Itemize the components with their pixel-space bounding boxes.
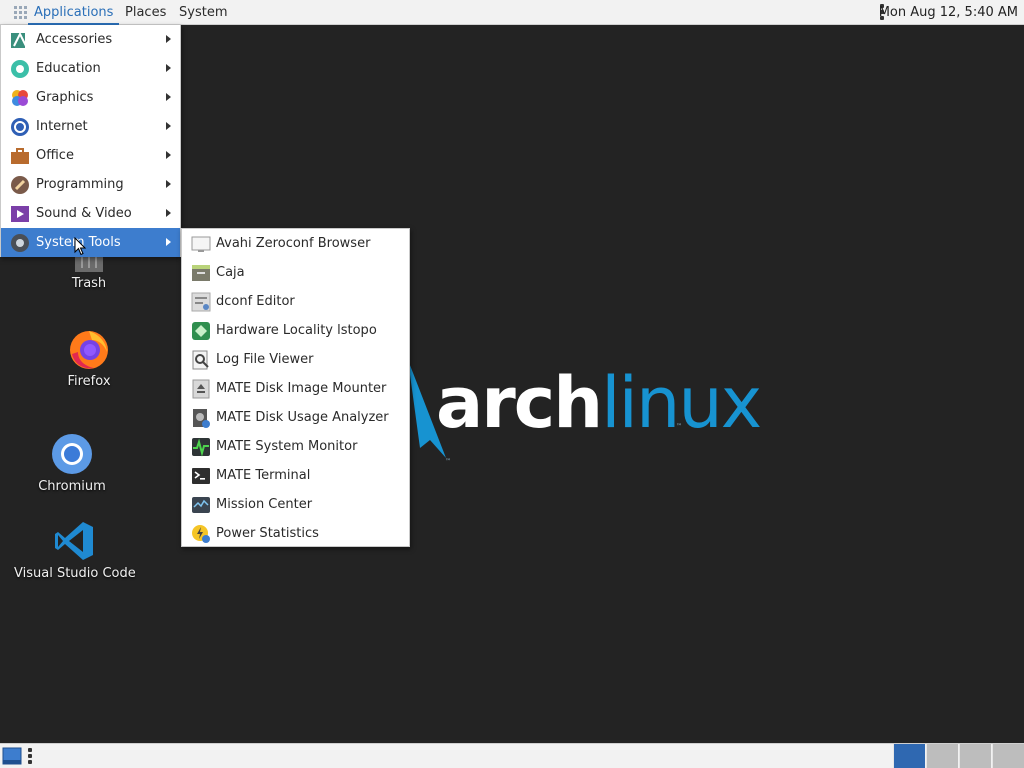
desktop-icon-label: Chromium <box>38 479 106 494</box>
system-menu-button[interactable]: System <box>173 0 233 25</box>
avahi-icon <box>191 236 211 252</box>
submenu-item-label: Caja <box>216 265 245 280</box>
bottom-panel <box>0 743 1024 768</box>
programming-icon <box>11 176 29 194</box>
office-icon <box>11 148 29 164</box>
workspace-4[interactable] <box>992 744 1024 768</box>
submenu-item-terminal[interactable]: MATE Terminal <box>182 461 409 490</box>
submenu-item-label: Mission Center <box>216 497 313 512</box>
submenu-item-label: Log File Viewer <box>216 352 314 367</box>
disk-usage-icon <box>193 409 210 428</box>
menu-item-office[interactable]: Office <box>1 141 180 170</box>
desktop-icon-label: Trash <box>71 276 107 291</box>
submenu-item-label: dconf Editor <box>216 294 295 309</box>
system-tools-icon <box>11 234 29 252</box>
menu-item-label: Accessories <box>36 32 113 47</box>
menu-item-internet[interactable]: Internet <box>1 112 180 141</box>
submenu-item-avahi[interactable]: Avahi Zeroconf Browser <box>182 229 409 258</box>
menu-item-programming[interactable]: Programming <box>1 170 180 199</box>
desktop-icon-vscode[interactable]: Visual Studio Code <box>14 520 136 581</box>
submenu-item-label: Avahi Zeroconf Browser <box>216 236 371 251</box>
submenu-item-label: Hardware Locality lstopo <box>216 323 377 338</box>
show-desktop-icon[interactable] <box>2 747 22 765</box>
log-viewer-icon <box>192 350 209 370</box>
chevron-right-icon <box>166 93 171 101</box>
chevron-right-icon <box>166 209 171 217</box>
app-grid-icon[interactable] <box>14 6 27 19</box>
submenu-item-label: MATE System Monitor <box>216 439 358 454</box>
desktop-icon-label: Firefox <box>67 374 111 389</box>
submenu-item-system-monitor[interactable]: MATE System Monitor <box>182 432 409 461</box>
submenu-item-disk-usage[interactable]: MATE Disk Usage Analyzer <box>182 403 409 432</box>
panel-handle-icon[interactable] <box>28 748 32 766</box>
submenu-item-label: MATE Disk Usage Analyzer <box>216 410 389 425</box>
system-tools-submenu: Avahi Zeroconf Browser Caja dconf Editor… <box>181 228 410 547</box>
chevron-right-icon <box>166 122 171 130</box>
workspace-3[interactable] <box>959 744 991 768</box>
menu-item-label: Graphics <box>36 90 94 105</box>
menu-item-label: Programming <box>36 177 124 192</box>
menu-item-label: Sound & Video <box>36 206 132 221</box>
internet-icon <box>11 118 29 136</box>
caja-icon <box>192 265 210 281</box>
trademark-mark: ™ <box>676 423 682 430</box>
sound-video-icon <box>11 206 29 222</box>
submenu-item-caja[interactable]: Caja <box>182 258 409 287</box>
submenu-item-label: MATE Terminal <box>216 468 311 483</box>
education-icon <box>11 60 29 78</box>
vscode-icon <box>55 522 93 560</box>
trademark-mark: ™ <box>445 458 451 465</box>
power-stats-icon <box>192 525 210 543</box>
firefox-icon <box>70 331 108 369</box>
menu-item-education[interactable]: Education <box>1 54 180 83</box>
workspace-2[interactable] <box>926 744 958 768</box>
applications-menu: Accessories Education Graphics Internet … <box>0 25 181 257</box>
arch-logo-text: archlinux <box>436 362 762 444</box>
menu-item-graphics[interactable]: Graphics <box>1 83 180 112</box>
menu-item-label: Education <box>36 61 101 76</box>
submenu-item-label: Power Statistics <box>216 526 319 541</box>
system-monitor-icon <box>192 438 210 457</box>
submenu-item-label: MATE Disk Image Mounter <box>216 381 387 396</box>
menu-item-accessories[interactable]: Accessories <box>1 25 180 54</box>
chevron-right-icon <box>166 151 171 159</box>
submenu-item-hwloc[interactable]: Hardware Locality lstopo <box>182 316 409 345</box>
chevron-right-icon <box>166 180 171 188</box>
accessories-icon <box>11 31 27 48</box>
disk-mounter-icon <box>192 379 210 399</box>
graphics-icon <box>12 90 28 106</box>
dconf-icon <box>191 292 211 312</box>
mouse-cursor-icon <box>74 237 87 256</box>
submenu-item-disk-mounter[interactable]: MATE Disk Image Mounter <box>182 374 409 403</box>
desktop-icon-label: Visual Studio Code <box>14 566 136 581</box>
clock[interactable]: Mon Aug 12, 5:40 AM <box>879 0 1018 25</box>
chromium-icon <box>52 434 92 474</box>
submenu-item-log-viewer[interactable]: Log File Viewer <box>182 345 409 374</box>
applications-menu-button[interactable]: Applications <box>28 0 120 25</box>
places-menu-button[interactable]: Places <box>119 0 172 25</box>
menu-item-label: Office <box>36 148 74 163</box>
hwloc-icon <box>192 322 210 340</box>
chevron-right-icon <box>166 64 171 72</box>
terminal-icon <box>192 468 210 484</box>
workspace-1[interactable] <box>893 744 925 768</box>
menu-item-system-tools[interactable]: System Tools <box>1 228 180 257</box>
chevron-right-icon <box>166 238 171 246</box>
menu-item-label: Internet <box>36 119 88 134</box>
chevron-right-icon <box>166 35 171 43</box>
desktop-icon-firefox[interactable]: Firefox <box>54 328 124 389</box>
mission-center-icon <box>192 497 210 513</box>
submenu-item-power-stats[interactable]: Power Statistics <box>182 519 409 548</box>
submenu-item-mission-center[interactable]: Mission Center <box>182 490 409 519</box>
menu-item-sound-video[interactable]: Sound & Video <box>1 199 180 228</box>
desktop-icon-chromium[interactable]: Chromium <box>36 433 108 494</box>
top-panel: Applications Places System Mon Aug 12, 5… <box>0 0 1024 25</box>
submenu-item-dconf[interactable]: dconf Editor <box>182 287 409 316</box>
